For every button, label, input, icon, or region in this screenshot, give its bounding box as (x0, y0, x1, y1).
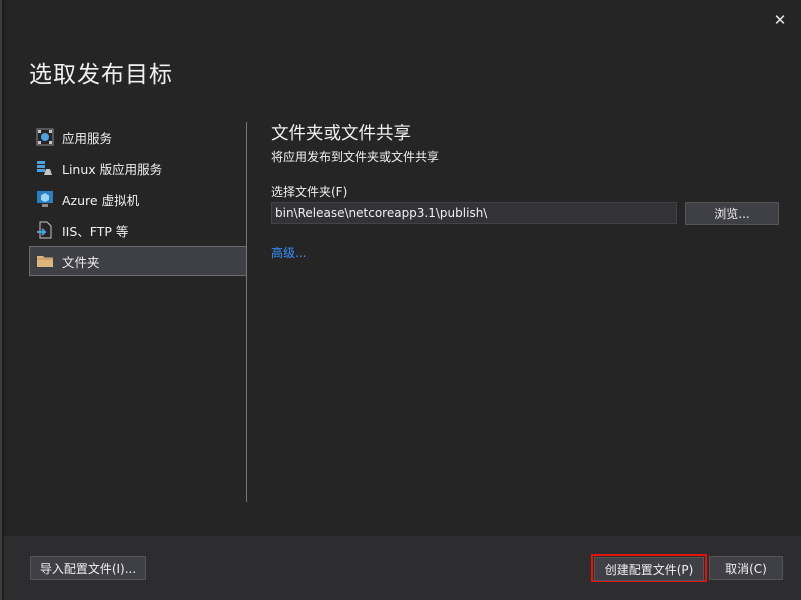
azure-vm-icon (36, 190, 54, 208)
publish-dialog: ✕ 选取发布目标 应用服务 Linux 版应用服务 Azure 虚拟机 IIS、… (0, 0, 801, 600)
nav-item-label: Linux 版应用服务 (62, 161, 163, 177)
folder-target-panel: 文件夹或文件共享 将应用发布到文件夹或文件共享 选择文件夹(F) 浏览... 高… (271, 120, 781, 260)
create-profile-highlight: 创建配置文件(P) (591, 554, 707, 582)
dialog-title: 选取发布目标 (29, 62, 173, 88)
nav-item-label: IIS、FTP 等 (62, 223, 129, 239)
folder-path-input[interactable] (271, 202, 677, 224)
cancel-button[interactable]: 取消(C) (709, 556, 783, 580)
nav-item-label: 文件夹 (62, 254, 100, 270)
nav-divider (246, 122, 247, 502)
nav-item-label: Azure 虚拟机 (62, 192, 140, 208)
iis-ftp-icon (36, 221, 54, 239)
left-edge (2, 0, 5, 600)
folder-icon (36, 252, 54, 270)
advanced-link[interactable]: 高级... (271, 244, 306, 261)
nav-item-azure-vm[interactable]: Azure 虚拟机 (29, 184, 247, 214)
nav-item-folder[interactable]: 文件夹 (29, 246, 247, 276)
linux-app-service-icon (36, 159, 54, 177)
nav-item-linux-app-service[interactable]: Linux 版应用服务 (29, 153, 247, 183)
folder-field-label: 选择文件夹(F) (271, 185, 348, 199)
create-profile-button[interactable]: 创建配置文件(P) (594, 557, 704, 581)
nav-item-iis-ftp[interactable]: IIS、FTP 等 (29, 215, 247, 245)
nav-item-app-service[interactable]: 应用服务 (29, 122, 247, 152)
import-profile-button[interactable]: 导入配置文件(I)... (30, 556, 146, 580)
target-nav: 应用服务 Linux 版应用服务 Azure 虚拟机 IIS、FTP 等 文件夹 (29, 122, 247, 277)
browse-button[interactable]: 浏览... (685, 202, 779, 225)
panel-title: 文件夹或文件共享 (271, 124, 411, 144)
app-service-icon (36, 128, 54, 146)
close-icon[interactable]: ✕ (769, 10, 791, 30)
dialog-footer: 导入配置文件(I)... 创建配置文件(P) 取消(C) (4, 536, 801, 600)
nav-item-label: 应用服务 (62, 130, 113, 146)
panel-subtitle: 将应用发布到文件夹或文件共享 (271, 150, 440, 164)
